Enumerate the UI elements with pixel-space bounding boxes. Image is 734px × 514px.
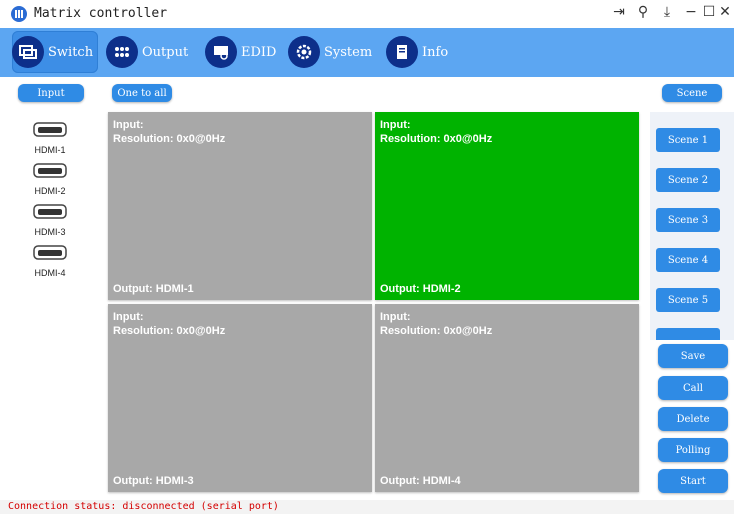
tab-label: EDID (241, 44, 277, 60)
input-label: HDMI-3 (34, 227, 66, 237)
input-hdmi-2[interactable]: HDMI-2 (30, 163, 70, 196)
tab-info[interactable]: Info (386, 31, 448, 73)
call-button[interactable]: Call (658, 376, 728, 400)
scene-button-2[interactable]: Scene 2 (656, 168, 720, 192)
output-resolution-text: Resolution: 0x0@0Hz (113, 325, 226, 337)
tab-label: Switch (48, 44, 94, 60)
connection-status: Connection status: disconnected (serial … (0, 500, 734, 514)
scene-button-3[interactable]: Scene 3 (656, 208, 720, 232)
tab-switch[interactable]: Switch (12, 31, 98, 73)
pin-icon[interactable]: ⚲ (634, 4, 652, 20)
tab-label: Info (422, 44, 449, 60)
input-button[interactable]: Input (18, 84, 84, 102)
document-icon (386, 36, 418, 68)
output-resolution-text: Resolution: 0x0@0Hz (113, 133, 226, 145)
tab-label: Output (142, 44, 189, 60)
hdmi-port-icon (33, 245, 67, 260)
scene-button[interactable]: Scene (662, 84, 722, 102)
output-resolution-text: Resolution: 0x0@0Hz (380, 325, 493, 337)
input-hdmi-3[interactable]: HDMI-3 (30, 204, 70, 237)
title-bar: Matrix controller ⇥ ⚲ ⤓ − ☐ ✕ (0, 0, 734, 28)
tab-system[interactable]: System (288, 31, 372, 73)
tab-label: System (324, 44, 373, 60)
output-name-text: Output: HDMI-1 (113, 283, 194, 295)
main-toolbar: Switch Output EDID System Info (0, 28, 734, 77)
output-input-text: Input: (113, 119, 144, 131)
gear-icon (288, 36, 320, 68)
start-button[interactable]: Start (658, 469, 728, 493)
save-button[interactable]: Save (658, 344, 728, 368)
exit-icon[interactable]: ⇥ (610, 4, 628, 20)
minimize-icon[interactable]: − (682, 4, 700, 20)
input-label: HDMI-4 (34, 268, 66, 278)
input-hdmi-1[interactable]: HDMI-1 (30, 122, 70, 155)
input-label: HDMI-1 (34, 145, 66, 155)
scene-button-4[interactable]: Scene 4 (656, 248, 720, 272)
output-input-text: Input: (380, 311, 411, 323)
app-logo-icon (11, 6, 27, 22)
output-name-text: Output: HDMI-2 (380, 283, 461, 295)
input-label: HDMI-2 (34, 186, 66, 196)
output-card-hdmi-1[interactable]: Input: Resolution: 0x0@0Hz Output: HDMI-… (108, 112, 372, 300)
output-name-text: Output: HDMI-3 (113, 475, 194, 487)
download-icon[interactable]: ⤓ (658, 4, 676, 20)
input-list: HDMI-1 HDMI-2 HDMI-3 HDMI-4 (0, 106, 104, 500)
window-title: Matrix controller (34, 6, 168, 21)
polling-button[interactable]: Polling (658, 438, 728, 462)
hdmi-port-icon (33, 122, 67, 137)
hdmi-port-icon (33, 163, 67, 178)
one-to-all-button[interactable]: One to all (112, 84, 172, 102)
output-card-hdmi-2[interactable]: Input: Resolution: 0x0@0Hz Output: HDMI-… (375, 112, 639, 300)
output-input-text: Input: (113, 311, 144, 323)
output-resolution-text: Resolution: 0x0@0Hz (380, 133, 493, 145)
output-card-hdmi-4[interactable]: Input: Resolution: 0x0@0Hz Output: HDMI-… (375, 304, 639, 492)
input-hdmi-4[interactable]: HDMI-4 (30, 245, 70, 278)
output-card-hdmi-3[interactable]: Input: Resolution: 0x0@0Hz Output: HDMI-… (108, 304, 372, 492)
scene-button-partial[interactable] (656, 328, 720, 340)
close-icon[interactable]: ✕ (716, 4, 734, 20)
delete-button[interactable]: Delete (658, 407, 728, 431)
scene-button-5[interactable]: Scene 5 (656, 288, 720, 312)
scene-list[interactable]: Scene 1 Scene 2 Scene 3 Scene 4 Scene 5 (650, 112, 734, 340)
output-name-text: Output: HDMI-4 (380, 475, 461, 487)
output-input-text: Input: (380, 119, 411, 131)
window-switch-icon (12, 36, 44, 68)
output-dots-icon (106, 36, 138, 68)
tab-output[interactable]: Output (106, 31, 188, 73)
scene-button-1[interactable]: Scene 1 (656, 128, 720, 152)
tab-edid[interactable]: EDID (205, 31, 276, 73)
edid-monitor-icon (205, 36, 237, 68)
hdmi-port-icon (33, 204, 67, 219)
